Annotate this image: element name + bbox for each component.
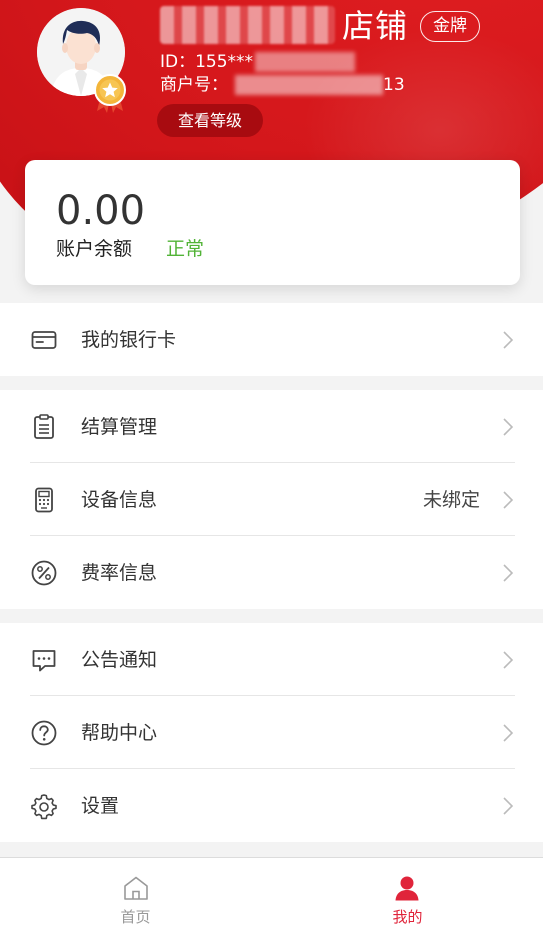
tab-label: 首页 (120, 908, 151, 926)
menu-item-device[interactable]: 设备信息 未绑定 (0, 463, 543, 536)
chevron-right-icon (503, 491, 514, 509)
menu-item-rate[interactable]: 费率信息 (0, 536, 543, 609)
gear-icon (31, 794, 57, 820)
device-bind-status: 未绑定 (422, 489, 480, 511)
menu-label: 设置 (81, 795, 120, 817)
chevron-right-icon (503, 797, 514, 815)
percent-icon (31, 560, 57, 586)
menu-label: 设备信息 (81, 489, 158, 511)
bottom-tab-bar: 首页 我的 (0, 857, 543, 934)
message-icon (32, 650, 56, 672)
menu-item-notice[interactable]: 公告通知 (0, 623, 543, 696)
shop-name-redacted (160, 6, 335, 44)
gold-medal-icon (91, 73, 129, 113)
chevron-right-icon (503, 651, 514, 669)
home-icon (124, 876, 148, 900)
menu-label: 公告通知 (81, 649, 158, 671)
level-badge: 金牌 (420, 11, 480, 42)
balance-status: 正常 (166, 238, 205, 260)
balance-card[interactable]: 0.00 账户余额 正常 (25, 160, 520, 285)
user-icon (395, 876, 419, 901)
user-id-redacted (255, 52, 355, 72)
bank-card-icon (31, 331, 57, 349)
tab-label: 我的 (392, 908, 423, 926)
question-icon (31, 720, 57, 746)
menu-group-bank: 我的银行卡 (0, 303, 543, 376)
menu-label: 我的银行卡 (81, 329, 177, 351)
balance-label: 账户余额 (56, 238, 133, 260)
chevron-right-icon (503, 724, 514, 742)
tab-home[interactable]: 首页 (0, 858, 271, 934)
menu-item-settings[interactable]: 设置 (0, 769, 543, 842)
menu-item-help[interactable]: 帮助中心 (0, 696, 543, 769)
pos-terminal-icon (35, 487, 53, 513)
clipboard-icon (34, 414, 54, 439)
chevron-right-icon (503, 418, 514, 436)
shop-name: 店铺 (342, 7, 409, 45)
menu-group-business: 结算管理 设备信息 未绑定 费率信息 (0, 390, 543, 609)
user-id: ID：155*** (160, 52, 254, 72)
merchant-number-suffix: 13 (383, 75, 405, 95)
menu-label: 结算管理 (81, 416, 158, 438)
chevron-right-icon (503, 331, 514, 349)
menu-group-support: 公告通知 帮助中心 设置 (0, 623, 543, 842)
view-level-button[interactable]: 查看等级 (157, 104, 263, 137)
balance-amount: 0.00 (56, 188, 146, 234)
merchant-number-redacted (235, 75, 383, 95)
chevron-right-icon (503, 564, 514, 582)
menu-item-settlement[interactable]: 结算管理 (0, 390, 543, 463)
menu-label: 费率信息 (81, 562, 158, 584)
menu-label: 帮助中心 (81, 722, 158, 744)
tab-mine[interactable]: 我的 (272, 858, 543, 934)
merchant-number-label: 商户号： (160, 75, 228, 95)
menu-item-bank-card[interactable]: 我的银行卡 (0, 303, 543, 376)
